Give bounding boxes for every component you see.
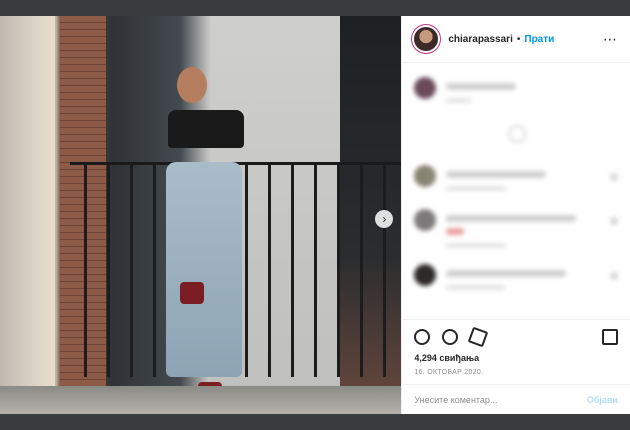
person-head [177,67,207,103]
comment-text [446,77,517,103]
comment-item [402,191,630,248]
like-comment-icon[interactable] [610,272,618,280]
separator-dot: • [516,33,521,45]
heart-icon[interactable] [414,328,431,345]
share-icon[interactable] [468,326,489,347]
comment-text [446,165,547,191]
commenter-avatar [414,77,437,99]
comment-text [446,209,577,248]
comment-input[interactable] [414,394,587,405]
post-actions [402,319,630,353]
person-top [168,110,244,148]
likes-count[interactable]: 4,294 свиђања [402,353,630,363]
photo-floor [0,386,402,414]
person-shoe [180,282,204,304]
comment-icon[interactable] [442,328,459,345]
post-modal: › chiarapassari • Прати ⋯ 4,294 свиђања … [0,16,630,414]
comment-line [446,270,567,277]
comment-item [402,103,630,191]
comment-meta [446,98,473,103]
comment-box: Објави [402,384,630,414]
commenter-avatar [414,264,437,286]
post-photo[interactable]: › [0,16,402,414]
chevron-right-icon: › [382,212,387,226]
comment-line [446,215,577,222]
like-comment-icon[interactable] [610,173,618,181]
bookmark-icon[interactable] [602,328,618,345]
like-comment-icon[interactable] [610,217,618,225]
follow-button[interactable]: Прати [524,34,554,45]
photo-wall-left [0,16,55,414]
caption-item [402,63,630,103]
comment-meta [446,285,507,290]
comments-list [402,63,630,319]
comment-text [446,264,567,290]
comment-line [446,83,517,90]
avatar[interactable] [414,27,439,51]
comment-line [446,228,465,235]
username-link[interactable]: chiarapassari [448,34,513,45]
comment-line [446,171,547,178]
comment-meta [446,243,507,248]
more-options-icon[interactable]: ⋯ [603,31,618,48]
post-comment-button[interactable]: Објави [587,395,618,405]
post-side-panel: chiarapassari • Прати ⋯ 4,294 свиђања 16… [401,16,630,414]
photo-person [162,52,254,414]
comment-meta [446,186,507,191]
commenter-avatar [414,209,437,231]
commenter-avatar [414,165,437,187]
post-header: chiarapassari • Прати ⋯ [402,16,630,63]
post-date: 16. ОКТОБАР 2020. [414,369,484,376]
comment-item [402,248,630,290]
person-jeans [166,162,242,377]
